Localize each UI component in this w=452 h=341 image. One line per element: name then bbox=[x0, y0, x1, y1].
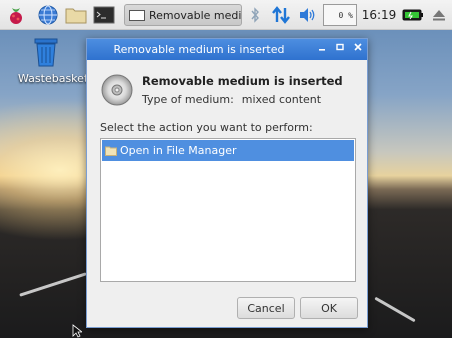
taskbar: Removable medi... 0 % 16:19 bbox=[0, 0, 452, 30]
maximize-button[interactable] bbox=[333, 42, 347, 56]
wastebasket-desktop-icon[interactable]: Wastebasket bbox=[18, 36, 89, 85]
medium-type-row: Type of medium: mixed content bbox=[142, 93, 321, 106]
action-prompt: Select the action you want to perform: bbox=[100, 121, 313, 134]
trash-icon bbox=[34, 38, 58, 67]
eject-icon[interactable] bbox=[430, 4, 448, 26]
action-label: Open in File Manager bbox=[120, 144, 237, 157]
wastebasket-label: Wastebasket bbox=[18, 72, 89, 85]
network-icon[interactable] bbox=[270, 4, 292, 26]
dialog-title: Removable medium is inserted bbox=[113, 43, 285, 56]
raspberry-menu-icon[interactable] bbox=[4, 4, 28, 26]
minimize-icon bbox=[319, 49, 325, 51]
folder-icon bbox=[105, 146, 117, 156]
dialog-heading: Removable medium is inserted bbox=[142, 74, 343, 88]
medium-type-label: Type of medium: bbox=[142, 93, 234, 106]
minimize-button[interactable] bbox=[315, 42, 329, 56]
file-manager-icon[interactable] bbox=[64, 4, 88, 26]
removable-medium-dialog: Removable medium is inserted Removable m… bbox=[86, 38, 368, 328]
maximize-icon bbox=[336, 43, 344, 51]
taskbar-window-button[interactable]: Removable medi... bbox=[124, 4, 242, 26]
cpu-usage-label: 0 % bbox=[338, 10, 353, 20]
cancel-button[interactable]: Cancel bbox=[237, 297, 295, 319]
mouse-pointer-icon bbox=[72, 324, 84, 341]
action-list[interactable]: Open in File Manager bbox=[100, 138, 356, 282]
optical-disc-icon bbox=[100, 73, 134, 110]
dialog-title-bar[interactable]: Removable medium is inserted bbox=[87, 39, 367, 60]
taskbar-window-title: Removable medi... bbox=[149, 8, 242, 22]
web-browser-icon[interactable] bbox=[36, 4, 60, 26]
medium-type-value: mixed content bbox=[241, 93, 322, 106]
bluetooth-icon[interactable] bbox=[248, 4, 262, 26]
battery-icon[interactable] bbox=[401, 4, 425, 26]
window-icon bbox=[129, 9, 145, 21]
cpu-monitor[interactable]: 0 % bbox=[323, 4, 357, 26]
ok-button[interactable]: OK bbox=[300, 297, 358, 319]
volume-icon[interactable] bbox=[297, 4, 319, 26]
terminal-icon[interactable] bbox=[92, 4, 116, 26]
list-item[interactable]: Open in File Manager bbox=[102, 140, 354, 161]
close-icon bbox=[354, 43, 362, 51]
clock[interactable]: 16:19 bbox=[361, 4, 397, 26]
close-button[interactable] bbox=[351, 42, 365, 56]
